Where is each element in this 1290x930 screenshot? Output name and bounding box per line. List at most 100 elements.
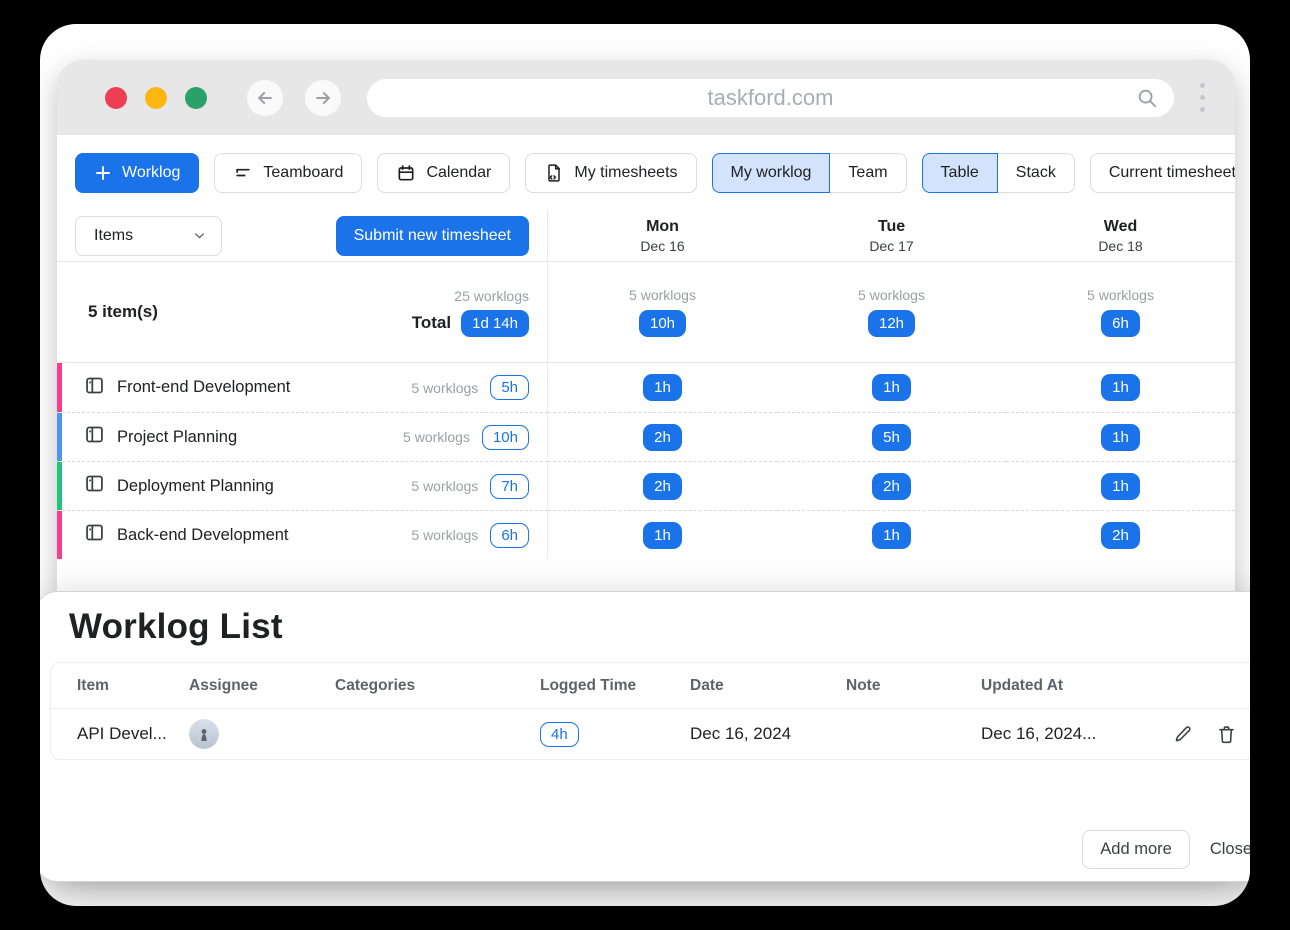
worklog-cell-badge[interactable]: 2h: [643, 424, 682, 451]
item-row: Back-end Development 5 worklogs 6h: [57, 510, 548, 559]
worklog-cell-badge[interactable]: 1h: [643, 522, 682, 549]
item-worklogs: 5 worklogs: [411, 527, 478, 543]
worklog-table: Item Assignee Categories Logged Time Dat…: [50, 662, 1250, 760]
arrow-left-icon: [255, 88, 275, 108]
view-toggle: My worklog Team: [712, 153, 907, 193]
my-timesheets-button[interactable]: My timesheets: [525, 153, 696, 193]
worklog-cell-badge[interactable]: 2h: [643, 473, 682, 500]
category-color-bar: [57, 413, 62, 461]
day-total-badge[interactable]: 6h: [1101, 310, 1140, 337]
category-color-bar: [57, 363, 62, 412]
submit-new-timesheet-button[interactable]: Submit new timesheet: [336, 216, 529, 256]
worklog-updated-at: Dec 16, 2024...: [981, 724, 1167, 744]
day-summary-tue: 5 worklogs 12h: [777, 262, 1006, 363]
worklog-cell-badge[interactable]: 5h: [872, 424, 911, 451]
worklog-cell-badge[interactable]: 1h: [872, 374, 911, 401]
screenshot-canvas: taskford.com Worklog Teamboard: [40, 24, 1250, 906]
item-worklogs: 5 worklogs: [411, 478, 478, 494]
total-label: Total: [412, 313, 451, 333]
summary-row: 5 item(s) 25 worklogs Total 1d 14h: [57, 262, 548, 363]
minimize-window-button[interactable]: [145, 87, 167, 109]
teamboard-button[interactable]: Teamboard: [214, 153, 362, 193]
address-bar[interactable]: taskford.com: [367, 79, 1174, 117]
item-row: Project Planning 5 worklogs 10h: [57, 412, 548, 461]
tab-table[interactable]: Table: [922, 153, 998, 193]
calendar-button[interactable]: Calendar: [377, 153, 510, 193]
trash-icon: [1216, 724, 1237, 745]
forward-button[interactable]: [305, 80, 341, 116]
worklog-item-name[interactable]: API Devel...: [51, 724, 189, 744]
worklog-list-modal: ✕ Worklog List Item Assignee Categories …: [40, 591, 1250, 882]
assignee-avatar[interactable]: [189, 719, 219, 749]
pencil-icon: [1173, 724, 1194, 745]
timesheet-select[interactable]: Current timesheet: [1090, 153, 1235, 193]
item-row: Deployment Planning 5 worklogs 7h: [57, 461, 548, 510]
column-header-date: Date: [690, 677, 846, 695]
main-toolbar: Worklog Teamboard Calendar My timesheets…: [57, 135, 1235, 193]
day-header-mon: Mon Dec 16: [548, 210, 777, 262]
add-worklog-button[interactable]: Worklog: [75, 153, 199, 193]
plus-icon: [94, 164, 112, 182]
day-header-tue: Tue Dec 17: [777, 210, 1006, 262]
item-total-badge[interactable]: 6h: [490, 523, 529, 548]
day-header-wed: Wed Dec 18: [1006, 210, 1235, 262]
item-worklogs: 5 worklogs: [403, 429, 470, 445]
table-row: API Devel... 4h Dec 16, 2024 Dec 16, 202…: [51, 709, 1250, 759]
item-name[interactable]: Deployment Planning: [117, 477, 399, 496]
worklog-cell-badge[interactable]: 2h: [872, 473, 911, 500]
browser-chrome: taskford.com: [57, 60, 1235, 135]
timesheet-grid: Items Submit new timesheet Mon Dec 16 Tu…: [57, 210, 1235, 559]
column-header-note: Note: [846, 677, 981, 695]
tab-team[interactable]: Team: [830, 153, 906, 193]
timesheet-document-icon: [544, 163, 564, 183]
close-window-button[interactable]: [105, 87, 127, 109]
category-color-bar: [57, 462, 62, 510]
worklog-table-header: Item Assignee Categories Logged Time Dat…: [51, 663, 1250, 709]
items-dropdown[interactable]: Items: [75, 216, 222, 256]
column-header-updated-at: Updated At: [981, 677, 1167, 695]
column-header-logged-time: Logged Time: [540, 677, 690, 695]
item-name[interactable]: Front-end Development: [117, 378, 399, 397]
category-color-bar: [57, 511, 62, 559]
worklog-cell-badge[interactable]: 1h: [872, 522, 911, 549]
tab-stack[interactable]: Stack: [998, 153, 1075, 193]
tab-my-worklog[interactable]: My worklog: [712, 153, 831, 193]
worklog-cell-badge[interactable]: 1h: [643, 374, 682, 401]
logged-time-badge[interactable]: 4h: [540, 722, 579, 747]
column-header-item: Item: [51, 677, 189, 695]
day-total-badge[interactable]: 12h: [868, 310, 915, 337]
delete-button[interactable]: [1216, 724, 1237, 745]
add-more-button[interactable]: Add more: [1082, 830, 1190, 869]
total-worklogs-count: 25 worklogs: [454, 288, 529, 304]
chevron-down-icon: [192, 228, 207, 243]
item-total-badge[interactable]: 5h: [490, 375, 529, 400]
arrow-right-icon: [313, 88, 333, 108]
item-name[interactable]: Back-end Development: [117, 526, 399, 545]
item-name[interactable]: Project Planning: [117, 428, 391, 447]
browser-window: taskford.com Worklog Teamboard: [57, 60, 1235, 866]
day-summary-wed: 5 worklogs 6h: [1006, 262, 1235, 363]
url-text: taskford.com: [708, 85, 834, 111]
column-header-categories: Categories: [335, 677, 540, 695]
maximize-window-button[interactable]: [185, 87, 207, 109]
edit-button[interactable]: [1173, 724, 1194, 745]
total-time-badge[interactable]: 1d 14h: [461, 310, 529, 337]
items-count: 5 item(s): [88, 302, 158, 322]
worklog-cell-badge[interactable]: 1h: [1101, 473, 1140, 500]
worklog-cell-badge[interactable]: 1h: [1101, 424, 1140, 451]
day-total-badge[interactable]: 10h: [639, 310, 686, 337]
modal-close-button[interactable]: Close: [1210, 840, 1250, 859]
back-button[interactable]: [247, 80, 283, 116]
item-worklogs: 5 worklogs: [411, 380, 478, 396]
item-total-badge[interactable]: 7h: [490, 474, 529, 499]
calendar-icon: [396, 163, 416, 183]
worklog-cell-badge[interactable]: 2h: [1101, 522, 1140, 549]
browser-menu-button[interactable]: [1200, 83, 1205, 112]
teamboard-icon: [233, 163, 253, 183]
worklog-cell-badge[interactable]: 1h: [1101, 374, 1140, 401]
search-icon[interactable]: [1136, 87, 1158, 115]
item-total-badge[interactable]: 10h: [482, 425, 529, 450]
modal-title: Worklog List: [69, 607, 1250, 647]
board-icon: [84, 522, 105, 548]
item-row: Front-end Development 5 worklogs 5h: [57, 363, 548, 412]
